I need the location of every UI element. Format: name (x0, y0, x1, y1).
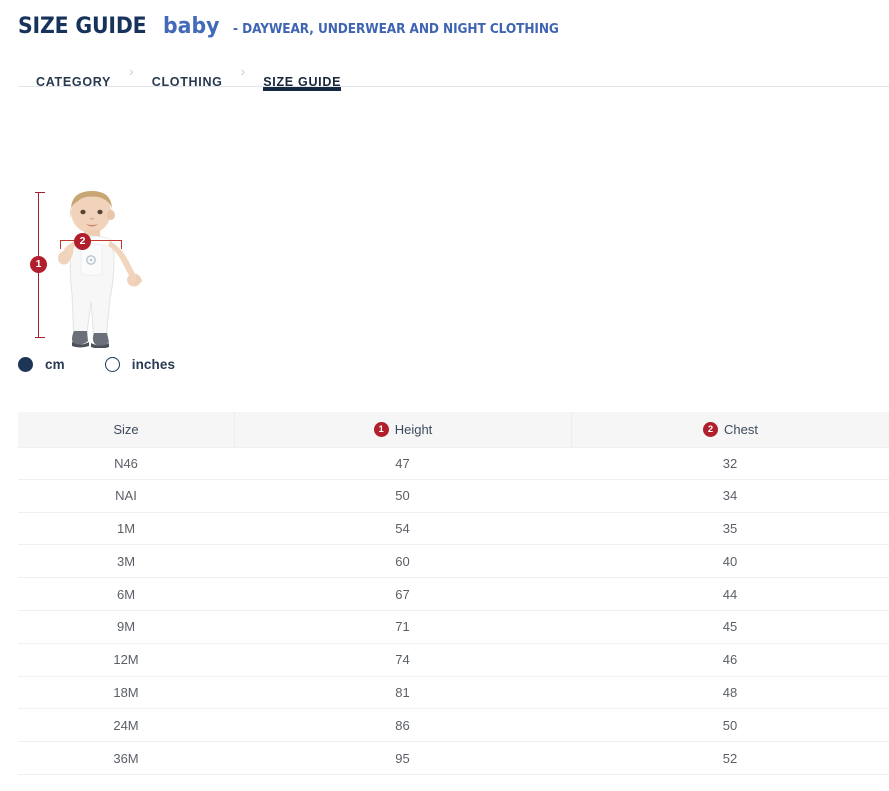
table-row: 18M8148 (18, 677, 889, 710)
table-cell-chest: 44 (571, 578, 889, 610)
table-header-size: Size (18, 412, 234, 447)
table-cell-chest: 35 (571, 513, 889, 545)
table-row: 6M6744 (18, 578, 889, 611)
table-row: 1M5435 (18, 513, 889, 546)
table-cell-size: NAI (18, 480, 234, 512)
table-cell-size: 24M (18, 709, 234, 741)
table-cell-height: 81 (234, 677, 571, 709)
page-title: SIZE GUIDE (18, 14, 146, 39)
table-header-height: 1 Height (234, 412, 571, 447)
table-cell-chest: 32 (571, 448, 889, 479)
table-cell-size: 3M (18, 545, 234, 577)
table-row: 24M8650 (18, 709, 889, 742)
radio-inches-icon[interactable] (105, 357, 120, 372)
chest-measure-line (60, 240, 122, 241)
page-header: SIZE GUIDE baby - DAYWEAR, UNDERWEAR AND… (0, 0, 889, 39)
height-measure-cap-top (35, 192, 45, 193)
table-cell-chest: 34 (571, 480, 889, 512)
baby-figure-icon (48, 190, 154, 348)
table-cell-size: 36M (18, 742, 234, 774)
chest-measure-cap-right (121, 240, 122, 249)
table-header-height-badge: 1 (374, 422, 389, 437)
unit-option-inches-label: inches (132, 357, 175, 372)
table-cell-height: 67 (234, 578, 571, 610)
table-cell-chest: 50 (571, 709, 889, 741)
table-cell-height: 50 (234, 480, 571, 512)
table-cell-height: 86 (234, 709, 571, 741)
table-cell-height: 71 (234, 611, 571, 643)
table-cell-size: N46 (18, 448, 234, 479)
table-cell-chest: 45 (571, 611, 889, 643)
size-table: Size 1 Height 2 Chest N464732NAI50341M54… (18, 412, 889, 775)
table-header-row: Size 1 Height 2 Chest (18, 412, 889, 447)
table-cell-size: 9M (18, 611, 234, 643)
baby-illustration: 1 2 (24, 190, 154, 350)
table-row: 9M7145 (18, 611, 889, 644)
table-cell-size: 18M (18, 677, 234, 709)
size-guide-page: SIZE GUIDE baby - DAYWEAR, UNDERWEAR AND… (0, 0, 889, 791)
breadcrumb-item-category-wrap: CATEGORY (36, 73, 111, 91)
table-cell-height: 60 (234, 545, 571, 577)
chest-measure-cap-left (60, 240, 61, 249)
radio-cm-icon[interactable] (18, 357, 33, 372)
height-measure-cap-bottom (35, 337, 45, 338)
measurement-figure: 1 2 (0, 100, 889, 355)
table-cell-size: 6M (18, 578, 234, 610)
table-cell-chest: 48 (571, 677, 889, 709)
table-row: 3M6040 (18, 545, 889, 578)
table-row: N464732 (18, 447, 889, 480)
unit-selector: cm inches (18, 357, 215, 372)
table-cell-height: 74 (234, 644, 571, 676)
active-tab-underline (263, 87, 341, 91)
breadcrumb-item-clothing-wrap: CLOTHING (152, 73, 223, 91)
table-cell-size: 1M (18, 513, 234, 545)
page-title-accent: baby (163, 14, 219, 39)
breadcrumb-item-category[interactable]: CATEGORY (36, 75, 111, 101)
table-row: NAI5034 (18, 480, 889, 513)
page-subtitle: - DAYWEAR, UNDERWEAR AND NIGHT CLOTHING (233, 21, 559, 37)
breadcrumb-item-clothing[interactable]: CLOTHING (152, 75, 223, 101)
marker-badge-1: 1 (30, 256, 47, 273)
table-cell-chest: 52 (571, 742, 889, 774)
table-cell-chest: 40 (571, 545, 889, 577)
table-header-chest-label: Chest (724, 422, 758, 437)
table-cell-height: 54 (234, 513, 571, 545)
table-row: 12M7446 (18, 644, 889, 677)
header-divider (18, 86, 889, 87)
unit-option-cm-label: cm (45, 357, 65, 372)
table-cell-height: 95 (234, 742, 571, 774)
table-cell-size: 12M (18, 644, 234, 676)
breadcrumb-item-size-guide-wrap: SIZE GUIDE (263, 73, 341, 91)
table-header-height-label: Height (395, 422, 433, 437)
table-body: N464732NAI50341M54353M60406M67449M714512… (18, 447, 889, 775)
table-header-chest-badge: 2 (703, 422, 718, 437)
table-cell-height: 47 (234, 448, 571, 479)
table-header-chest: 2 Chest (571, 412, 889, 447)
table-header-size-label: Size (113, 422, 138, 437)
unit-option-cm[interactable]: cm (18, 357, 65, 372)
table-row: 36M9552 (18, 742, 889, 775)
marker-badge-2: 2 (74, 233, 91, 250)
unit-option-inches[interactable]: inches (105, 357, 175, 372)
table-cell-chest: 46 (571, 644, 889, 676)
